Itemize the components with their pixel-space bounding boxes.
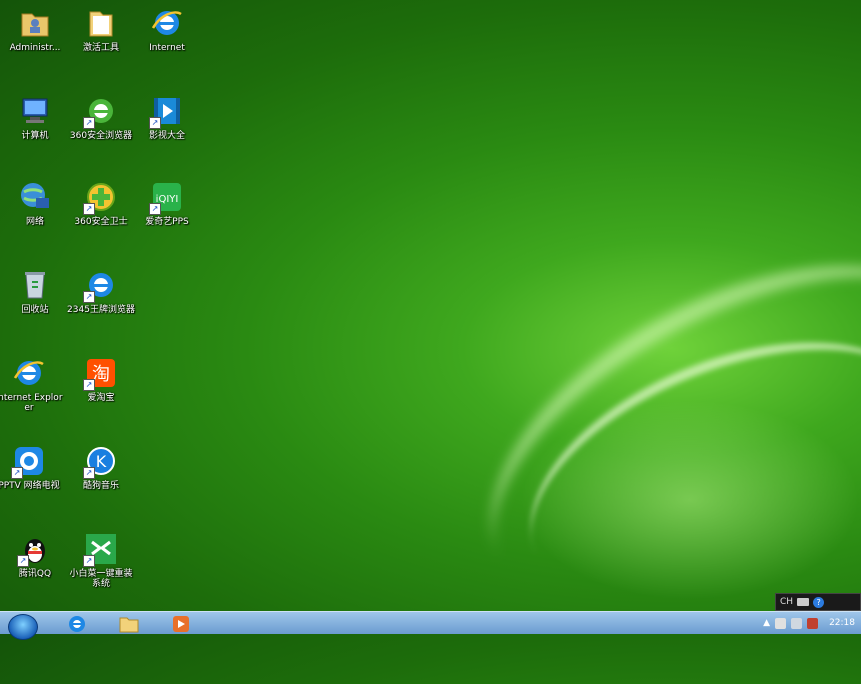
desktop-icon-administrator[interactable]: Administr... bbox=[0, 6, 70, 53]
pptv-icon: ↗ bbox=[11, 444, 46, 479]
taskbar-ie-button[interactable] bbox=[66, 614, 88, 634]
language-bar[interactable]: CH ? bbox=[775, 593, 861, 611]
flag-icon[interactable] bbox=[775, 617, 787, 629]
desktop-icon-video[interactable]: ↗ 影视大全 bbox=[132, 94, 202, 141]
network-icon bbox=[18, 180, 52, 214]
desktop-icon-network[interactable]: 网络 bbox=[0, 180, 70, 227]
desktop-icon-internet-explorer[interactable]: Internet Explorer bbox=[0, 356, 64, 413]
desktop: { "desktop": { "icons": [ {"label": "Adm… bbox=[0, 0, 861, 684]
taskbar: ▲ 22:18 bbox=[0, 611, 861, 640]
desktop-icon-kugou[interactable]: K ↗ 酷狗音乐 bbox=[66, 444, 136, 491]
language-indicator[interactable]: CH bbox=[780, 597, 793, 607]
taobao-icon: 淘 ↗ bbox=[83, 356, 118, 391]
desktop-icon-computer[interactable]: 计算机 bbox=[0, 94, 70, 141]
shortcut-arrow-icon: ↗ bbox=[83, 467, 95, 479]
desktop-icon-taobao[interactable]: 淘 ↗ 爱淘宝 bbox=[66, 356, 136, 403]
clock[interactable]: 22:18 bbox=[829, 618, 855, 628]
desktop-icon-xiaobaicai[interactable]: ↗ 小白菜一键重装系统 bbox=[66, 532, 136, 589]
computer-icon bbox=[18, 94, 52, 128]
desktop-icon-qq[interactable]: ↗ 腾讯QQ bbox=[0, 532, 70, 579]
shortcut-arrow-icon: ↗ bbox=[83, 291, 95, 303]
shortcut-arrow-icon: ↗ bbox=[83, 203, 95, 215]
ie-icon bbox=[150, 6, 184, 40]
360-browser-icon: ↗ bbox=[83, 94, 118, 129]
desktop-icon-internet[interactable]: Internet bbox=[132, 6, 202, 53]
explorer-icon bbox=[119, 617, 139, 633]
video-icon: ↗ bbox=[149, 94, 184, 129]
ie-icon bbox=[69, 616, 85, 632]
media-player-icon bbox=[173, 616, 189, 632]
shortcut-arrow-icon: ↗ bbox=[83, 117, 95, 129]
iqiyi-icon: iQIYI ↗ bbox=[149, 180, 184, 215]
kugou-icon: K ↗ bbox=[83, 444, 118, 479]
desktop-icon-iqiyi[interactable]: iQIYI ↗ 爱奇艺PPS bbox=[132, 180, 202, 227]
desktop-icon-360-browser[interactable]: ↗ 360安全浏览器 bbox=[66, 94, 136, 141]
desktop-icon-activation-tools[interactable]: 激活工具 bbox=[66, 6, 136, 53]
network-tray-icon[interactable] bbox=[791, 617, 803, 629]
desktop-icon-pptv[interactable]: ↗ PPTV 网络电视 bbox=[0, 444, 64, 491]
desktop-icon-360-security[interactable]: ↗ 360安全卫士 bbox=[66, 180, 136, 227]
shortcut-arrow-icon: ↗ bbox=[83, 555, 95, 567]
recycle-bin-icon bbox=[18, 268, 52, 302]
qq-icon: ↗ bbox=[17, 532, 52, 567]
desktop-icon-recycle-bin[interactable]: 回收站 bbox=[0, 268, 70, 315]
360-security-icon: ↗ bbox=[83, 180, 118, 215]
taskbar-explorer-button[interactable] bbox=[118, 614, 140, 634]
start-button[interactable] bbox=[8, 614, 38, 640]
help-icon[interactable]: ? bbox=[813, 596, 825, 608]
shortcut-arrow-icon: ↗ bbox=[17, 555, 29, 567]
show-hidden-icons-icon[interactable]: ▲ bbox=[763, 618, 770, 628]
svg-text:K: K bbox=[96, 452, 107, 471]
shortcut-arrow-icon: ↗ bbox=[149, 203, 161, 215]
folder-icon bbox=[84, 6, 118, 40]
2345-browser-icon: ↗ bbox=[83, 268, 118, 303]
user-folder-icon bbox=[18, 6, 52, 40]
taskbar-media-player-button[interactable] bbox=[170, 614, 192, 634]
ie-icon bbox=[12, 356, 46, 390]
system-tray: ▲ 22:18 bbox=[763, 612, 855, 634]
shortcut-arrow-icon: ↗ bbox=[83, 379, 95, 391]
shortcut-arrow-icon: ↗ bbox=[149, 117, 161, 129]
reinstall-icon: ↗ bbox=[83, 532, 118, 567]
keyboard-icon[interactable] bbox=[797, 598, 810, 606]
desktop-icon-2345-browser[interactable]: ↗ 2345王牌浏览器 bbox=[66, 268, 136, 315]
shortcut-arrow-icon: ↗ bbox=[11, 467, 23, 479]
volume-icon[interactable] bbox=[807, 617, 819, 629]
